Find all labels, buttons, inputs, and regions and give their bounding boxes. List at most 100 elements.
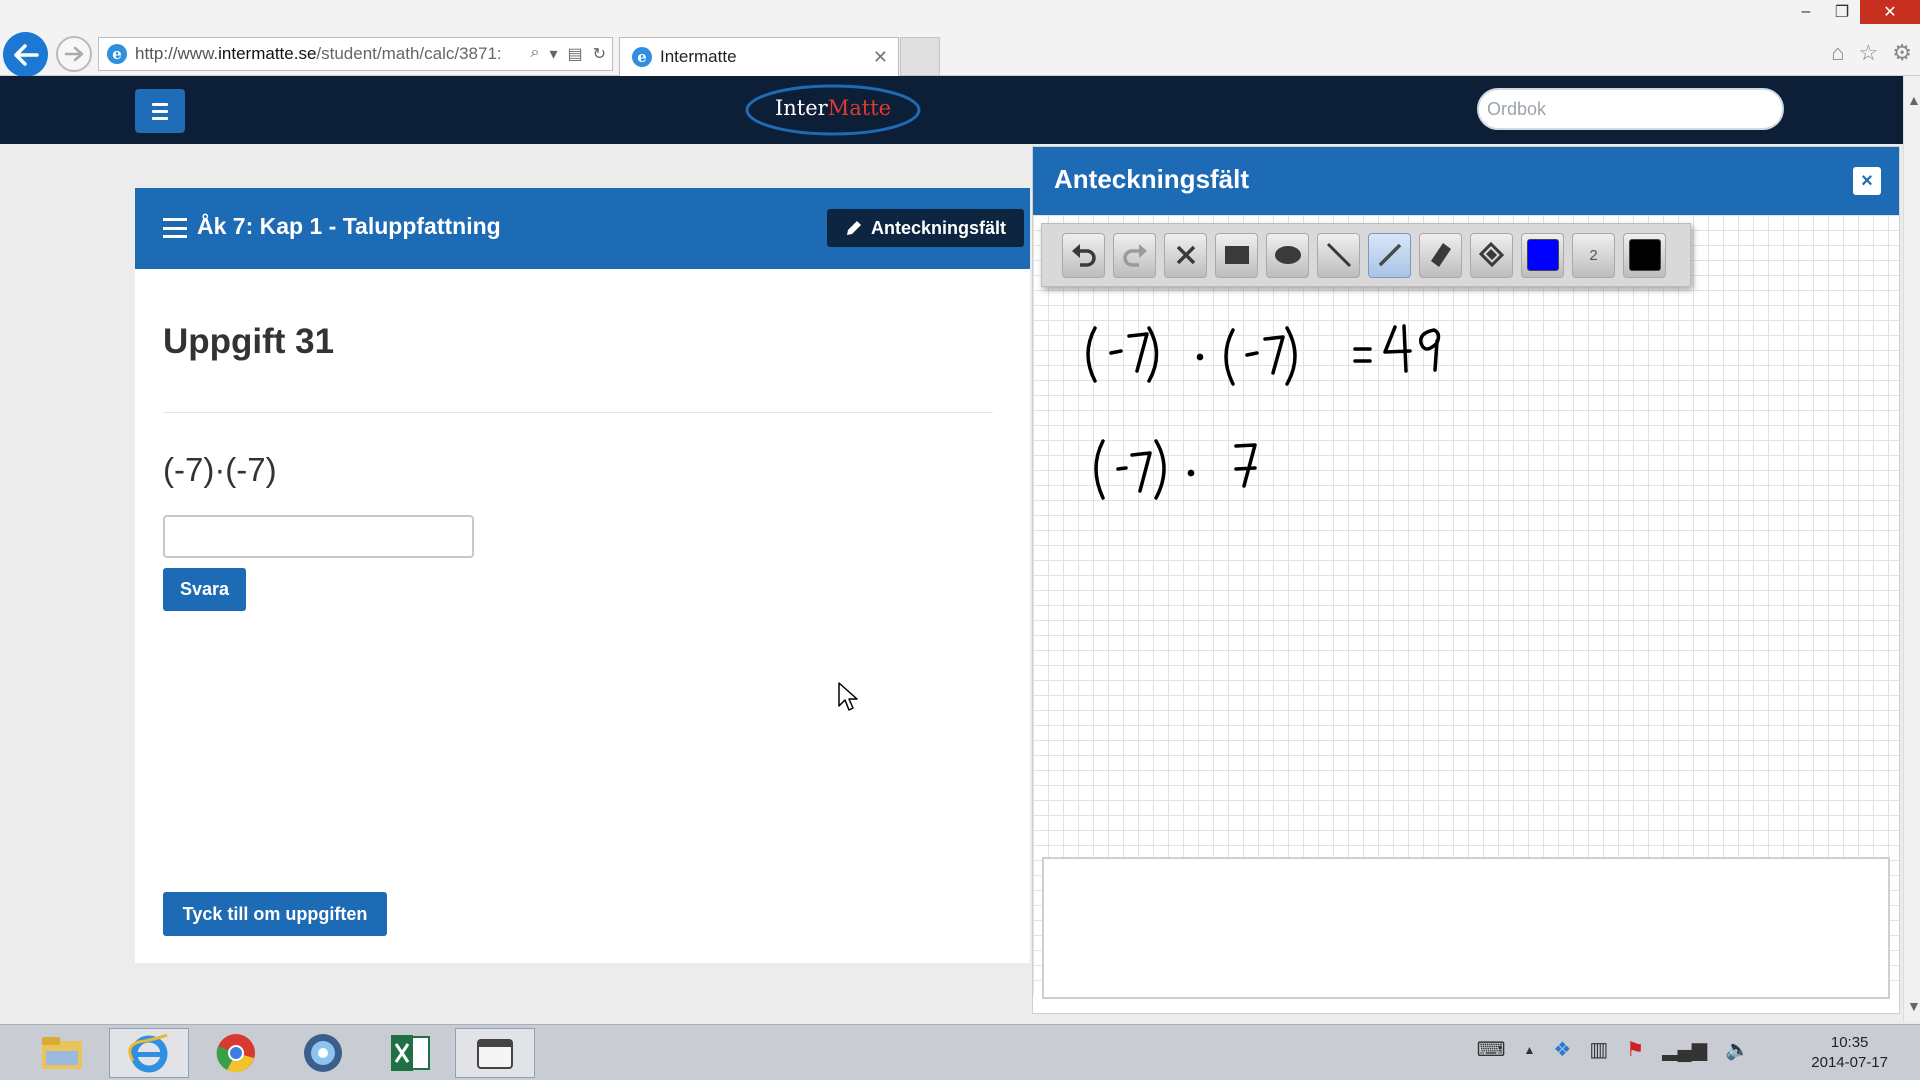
internet-explorer-icon <box>128 1033 168 1073</box>
line-icon <box>1326 242 1351 268</box>
intermatte-logo[interactable]: InterMatte <box>743 82 923 138</box>
notes-panel-header: Anteckningsfält × <box>1033 147 1899 215</box>
ellipse-icon <box>1274 246 1301 264</box>
url-path: /student/math/calc/3871: <box>316 44 502 63</box>
file-explorer-icon <box>42 1037 82 1069</box>
arrow-left-icon <box>13 43 39 66</box>
app-icon <box>304 1034 342 1072</box>
notes-toggle-button[interactable]: Anteckningsfält <box>827 209 1024 247</box>
chapter-header: Åk 7: Kap 1 - Taluppfattning Antecknings… <box>135 188 1030 269</box>
restore-button[interactable]: ❐ <box>1824 0 1860 24</box>
pen-icon <box>1378 243 1401 267</box>
dictionary-search-input[interactable] <box>1477 88 1784 130</box>
line-width-value: 2 <box>1589 246 1598 264</box>
redo-button[interactable] <box>1113 232 1156 278</box>
notes-panel: Anteckningsfält × 2 <box>1032 146 1900 1014</box>
back-button[interactable] <box>3 32 48 77</box>
video-editor-icon <box>477 1039 513 1069</box>
volume-icon[interactable]: 🔈 <box>1725 1037 1750 1062</box>
refresh-icon[interactable]: ↻ <box>593 44 606 64</box>
flag-icon[interactable]: ⚑ <box>1626 1037 1644 1062</box>
answer-input[interactable] <box>163 515 474 558</box>
chapter-title: Åk 7: Kap 1 - Taluppfattning <box>197 213 501 239</box>
scroll-up-icon[interactable]: ▲ <box>1907 92 1920 108</box>
browser-toolbar: e http://www. intermatte.se/student/math/… <box>0 0 1920 77</box>
dropdown-icon[interactable]: ▾ <box>549 44 557 64</box>
task-expression: (-7)·(-7) <box>163 451 277 488</box>
forward-button[interactable] <box>56 36 92 72</box>
clock-date: 2014-07-17 <box>1811 1054 1888 1071</box>
task-card: Åk 7: Kap 1 - Taluppfattning Antecknings… <box>135 188 1030 963</box>
search-icon[interactable]: ⌕ <box>530 44 539 64</box>
favorites-star-icon[interactable]: ☆ <box>1859 40 1879 66</box>
dropbox-icon[interactable]: ❖ <box>1553 1037 1571 1062</box>
undo-button[interactable] <box>1062 232 1105 278</box>
clear-button[interactable] <box>1164 232 1207 278</box>
excel-button[interactable] <box>370 1028 450 1078</box>
chrome-icon <box>216 1034 255 1073</box>
eraser-icon <box>1430 243 1451 267</box>
file-explorer-button[interactable] <box>22 1028 102 1078</box>
chrome-button[interactable] <box>196 1028 276 1078</box>
notes-text-area[interactable] <box>1042 857 1890 999</box>
keyboard-icon[interactable]: ⌨ <box>1477 1037 1506 1062</box>
feedback-button[interactable]: Tyck till om uppgiften <box>163 892 387 936</box>
window-close-button[interactable]: ✕ <box>1860 0 1920 24</box>
page-scrollbar[interactable]: ▲ ▼ <box>1903 76 1920 1022</box>
line-tool[interactable] <box>1317 232 1360 278</box>
video-editor-button[interactable] <box>455 1028 535 1078</box>
notes-toggle-label: Anteckningsfält <box>870 217 1007 238</box>
stroke-color-picker[interactable] <box>1521 232 1564 278</box>
address-bar[interactable]: e http://www. intermatte.se/student/math/… <box>98 37 613 71</box>
internet-explorer-button[interactable] <box>109 1028 189 1078</box>
submit-answer-button[interactable]: Svara <box>163 568 246 611</box>
mouse-cursor-icon <box>838 682 858 711</box>
eraser-tool[interactable] <box>1419 232 1462 278</box>
rectangle-icon <box>1224 246 1249 264</box>
home-icon[interactable]: ⌂ <box>1831 40 1844 66</box>
scroll-down-icon[interactable]: ▼ <box>1907 998 1920 1014</box>
clock[interactable]: 10:35 2014-07-17 <box>1811 1033 1888 1073</box>
arrow-right-icon <box>64 46 84 62</box>
url-prefix: http://www. <box>135 44 219 63</box>
logo-inter: Inter <box>774 96 828 120</box>
url-host: intermatte.se <box>218 44 317 63</box>
pencil-icon <box>846 221 861 235</box>
notes-panel-title: Anteckningsfält <box>1054 164 1250 194</box>
rectangle-tool[interactable] <box>1215 232 1258 278</box>
new-tab-button[interactable] <box>900 37 940 76</box>
logo-matte: Matte <box>827 96 892 120</box>
fill-color-swatch <box>1628 239 1661 271</box>
browser-tab[interactable]: e Intermatte ✕ <box>619 37 899 76</box>
settings-gear-icon[interactable]: ⚙ <box>1892 40 1912 66</box>
clock-time: 10:35 <box>1830 1034 1869 1051</box>
undo-icon <box>1071 244 1096 267</box>
tab-close-icon[interactable]: ✕ <box>873 47 888 68</box>
tab-title: Intermatte <box>660 47 737 66</box>
device-icon[interactable]: ▥ <box>1589 1037 1608 1062</box>
drawing-toolbar: 2 <box>1041 223 1691 287</box>
excel-icon <box>391 1035 430 1071</box>
show-hidden-icons-icon[interactable]: ▲ <box>1523 1043 1535 1057</box>
app-button[interactable] <box>283 1028 363 1078</box>
handwritten-notes <box>1086 324 1441 500</box>
ellipse-tool[interactable] <box>1266 232 1309 278</box>
minimize-button[interactable]: ‒ <box>1788 0 1824 24</box>
window-controls: ‒ ❐ ✕ <box>1788 0 1920 24</box>
browser-icons: ⌂ ☆ ⚙ <box>1831 40 1912 66</box>
pen-tool[interactable] <box>1368 232 1411 278</box>
fill-icon <box>1478 241 1504 268</box>
site-header: InterMatte <box>0 76 1905 144</box>
compatibility-view-icon[interactable]: ▤ <box>567 44 582 64</box>
hamburger-menu-button[interactable] <box>135 89 185 133</box>
ie-page-icon: e <box>107 44 127 64</box>
network-icon[interactable]: ▂▄▆ <box>1662 1037 1707 1062</box>
list-icon <box>163 218 187 238</box>
notes-close-button[interactable]: × <box>1853 167 1881 195</box>
line-width-picker[interactable]: 2 <box>1572 232 1615 278</box>
fill-color-picker[interactable] <box>1623 232 1666 278</box>
fill-tool[interactable] <box>1470 232 1513 278</box>
redo-icon <box>1122 244 1147 267</box>
stroke-color-swatch <box>1526 239 1559 271</box>
task-title: Uppgift 31 <box>163 322 335 361</box>
